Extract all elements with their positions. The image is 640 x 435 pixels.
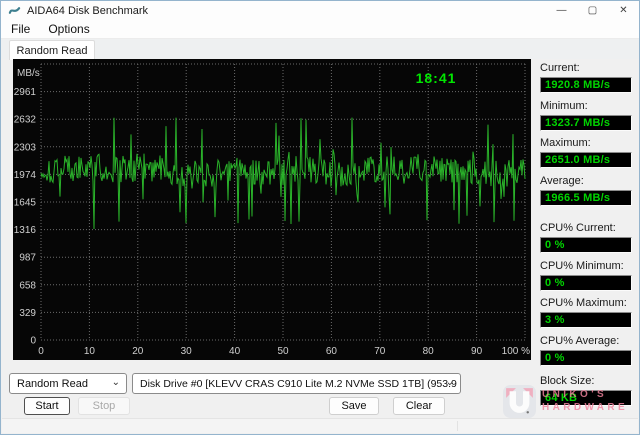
stat-value: 64 KB <box>540 390 632 406</box>
stat-cpu-maximum: CPU% Maximum: 3 % <box>540 297 636 328</box>
stat-current: Current: 1920.8 MB/s <box>540 62 636 93</box>
benchmark-chart: 0 329 658 987 1316 1645 1974 2303 2632 2961 MB/s 0 1… <box>13 59 531 360</box>
stat-label: Average: <box>540 175 584 187</box>
tab-random-read[interactable]: Random Read <box>9 40 95 60</box>
menu-options[interactable]: Options <box>39 22 98 36</box>
svg-text:2303: 2303 <box>14 142 37 153</box>
chevron-down-icon: ⌄ <box>445 377 454 388</box>
menu-file[interactable]: File <box>1 22 39 36</box>
svg-text:0: 0 <box>30 336 36 347</box>
svg-text:0: 0 <box>38 346 44 357</box>
stat-cpu-average: CPU% Average: 0 % <box>540 335 636 366</box>
test-type-select[interactable]: Random Read ⌄ <box>9 373 127 394</box>
stat-value: 0 % <box>540 350 632 366</box>
aida64-app-icon <box>8 4 21 17</box>
stat-average: Average: 1966.5 MB/s <box>540 175 636 206</box>
svg-text:40: 40 <box>229 346 241 357</box>
svg-text:50: 50 <box>277 346 289 357</box>
stats-panel: Current: 1920.8 MB/s Minimum: 1323.7 MB/… <box>538 1 639 434</box>
svg-text:2961: 2961 <box>14 87 37 98</box>
stop-button[interactable]: Stop <box>78 397 130 415</box>
stat-label: Maximum: <box>540 137 591 149</box>
aida64-disk-benchmark-window: AIDA64 Disk Benchmark — ▢ ✕ File Options… <box>0 0 640 435</box>
stat-value: 0 % <box>540 237 632 253</box>
stat-value: 1966.5 MB/s <box>540 190 632 206</box>
stat-cpu-current: CPU% Current: 0 % <box>540 222 636 253</box>
stat-cpu-minimum: CPU% Minimum: 0 % <box>540 260 636 291</box>
svg-text:2632: 2632 <box>14 115 37 126</box>
stat-label: Block Size: <box>540 375 595 387</box>
stat-label: CPU% Current: <box>540 222 616 234</box>
svg-text:329: 329 <box>19 308 36 319</box>
drive-value: Disk Drive #0 [KLEVV CRAS C910 Lite M.2 … <box>140 377 461 390</box>
svg-text:1974: 1974 <box>14 170 37 181</box>
stat-value: 1920.8 MB/s <box>540 77 632 93</box>
stat-value: 0 % <box>540 275 632 291</box>
clear-button[interactable]: Clear <box>393 397 445 415</box>
stat-label: CPU% Average: <box>540 335 620 347</box>
stat-minimum: Minimum: 1323.7 MB/s <box>540 100 636 131</box>
chevron-down-icon: ⌄ <box>111 377 120 388</box>
svg-text:100 %: 100 % <box>502 346 530 357</box>
svg-text:20: 20 <box>132 346 144 357</box>
test-type-value: Random Read <box>17 377 88 390</box>
status-divider <box>457 421 458 431</box>
window-title: AIDA64 Disk Benchmark <box>27 4 149 17</box>
svg-text:10: 10 <box>84 346 96 357</box>
stat-maximum: Maximum: 2651.0 MB/s <box>540 137 636 168</box>
drive-select[interactable]: Disk Drive #0 [KLEVV CRAS C910 Lite M.2 … <box>132 373 461 394</box>
svg-text:1316: 1316 <box>14 225 37 236</box>
svg-text:60: 60 <box>326 346 338 357</box>
stat-value: 1323.7 MB/s <box>540 115 632 131</box>
svg-text:18:41: 18:41 <box>416 70 457 86</box>
svg-text:80: 80 <box>423 346 435 357</box>
svg-text:70: 70 <box>374 346 386 357</box>
stat-label: Minimum: <box>540 100 588 112</box>
svg-text:MB/s: MB/s <box>17 68 40 79</box>
stat-label: Current: <box>540 62 580 74</box>
svg-text:90: 90 <box>471 346 483 357</box>
svg-text:30: 30 <box>181 346 193 357</box>
stat-label: CPU% Minimum: <box>540 260 624 272</box>
stat-value: 3 % <box>540 312 632 328</box>
svg-text:1645: 1645 <box>14 198 37 209</box>
status-bar <box>2 418 638 433</box>
save-button[interactable]: Save <box>329 397 379 415</box>
svg-text:987: 987 <box>19 253 36 264</box>
start-button[interactable]: Start <box>24 397 70 415</box>
stat-value: 2651.0 MB/s <box>540 152 632 168</box>
svg-text:658: 658 <box>19 280 36 291</box>
stat-label: CPU% Maximum: <box>540 297 627 309</box>
stat-block-size: Block Size: 64 KB <box>540 375 636 406</box>
